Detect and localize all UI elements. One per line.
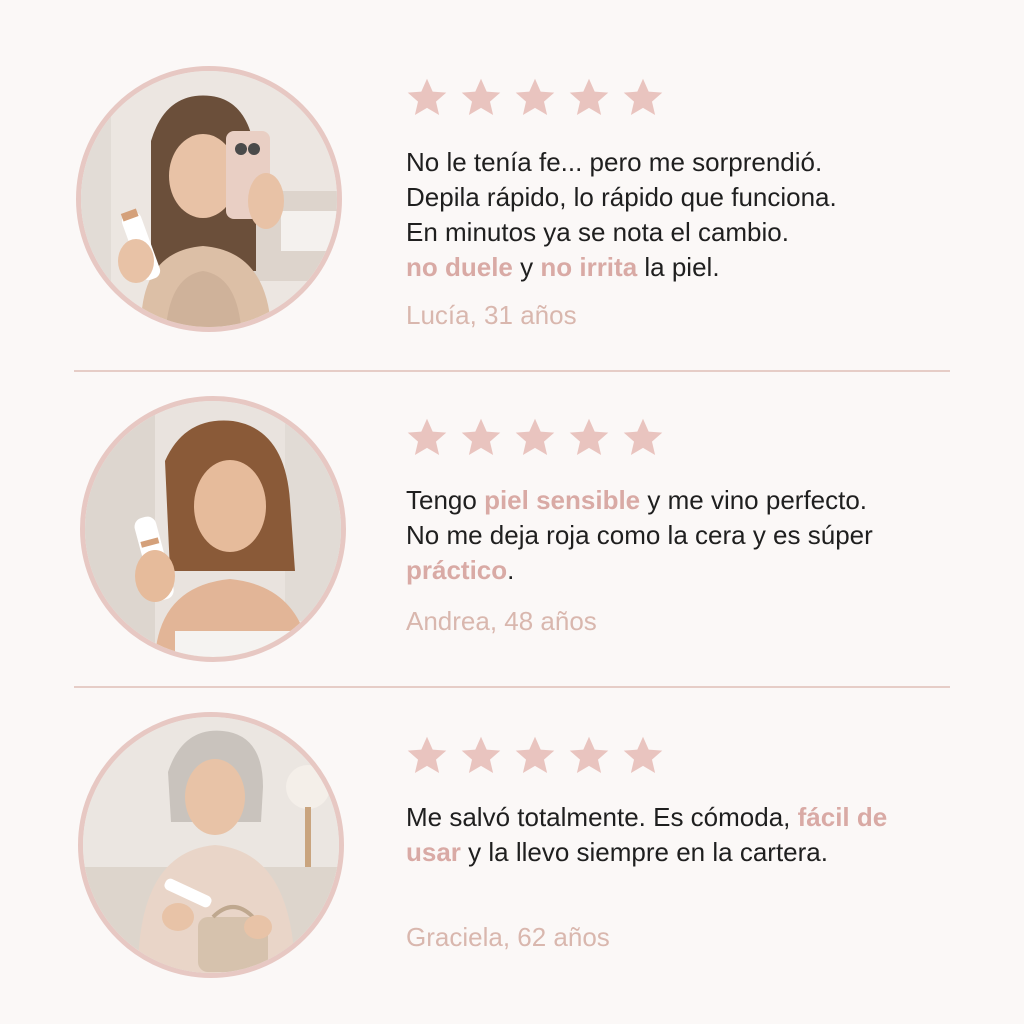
- divider: [74, 370, 950, 372]
- review-text-part: Me salvó totalmente. Es cómoda,: [406, 802, 798, 832]
- star-rating: [404, 76, 666, 120]
- woman-holding-device-photo-icon: [85, 401, 341, 657]
- review-author: Andrea, 48 años: [406, 606, 597, 636]
- divider: [74, 686, 950, 688]
- star-icon: [623, 418, 663, 456]
- review-text-part: En minutos ya se nota el cambio.: [406, 217, 789, 247]
- review-text-part: la piel.: [637, 252, 720, 282]
- review-highlight: piel sensible: [484, 485, 641, 515]
- reviewer-photo: [76, 66, 342, 332]
- review-text-part: .: [507, 555, 515, 585]
- star-icon: [515, 418, 555, 456]
- star-icon: [623, 736, 663, 774]
- star-icon: [461, 418, 501, 456]
- star-icon: [407, 78, 447, 116]
- star-icon: [515, 78, 555, 116]
- review-text: No le tenía fe... pero me sorprendió. De…: [406, 145, 966, 285]
- star-icon: [623, 78, 663, 116]
- star-icon: [515, 736, 555, 774]
- star-rating: [404, 416, 666, 460]
- review-author: Graciela, 62 años: [406, 922, 610, 952]
- review-highlight: práctico: [406, 555, 508, 585]
- reviewer-photo: [78, 712, 344, 978]
- review-text: Tengo piel sensible y me vino perfecto. …: [406, 483, 906, 588]
- review-text-part: y la llevo siempre en la cartera.: [460, 837, 828, 867]
- woman-selfie-photo-icon: [81, 71, 337, 327]
- star-icon: [461, 78, 501, 116]
- review-text-part: No le tenía fe... pero me sorprendió.: [406, 147, 823, 177]
- review-author: Lucía, 31 años: [406, 300, 577, 330]
- review-text-part: Tengo: [406, 485, 485, 515]
- star-icon: [461, 736, 501, 774]
- star-icon: [407, 418, 447, 456]
- review-text-part: Depila rápido, lo rápido que funciona.: [406, 182, 837, 212]
- star-icon: [569, 78, 609, 116]
- senior-woman-with-bag-photo-icon: [83, 717, 339, 973]
- star-icon: [569, 736, 609, 774]
- star-icon: [569, 418, 609, 456]
- star-icon: [407, 736, 447, 774]
- reviewer-photo: [80, 396, 346, 662]
- review-highlight: no irrita: [540, 252, 638, 282]
- review-highlight: no duele: [406, 252, 513, 282]
- review-text: Me salvó totalmente. Es cómoda, fácil de…: [406, 800, 896, 870]
- star-rating: [404, 734, 666, 778]
- review-text-part: y: [512, 252, 541, 282]
